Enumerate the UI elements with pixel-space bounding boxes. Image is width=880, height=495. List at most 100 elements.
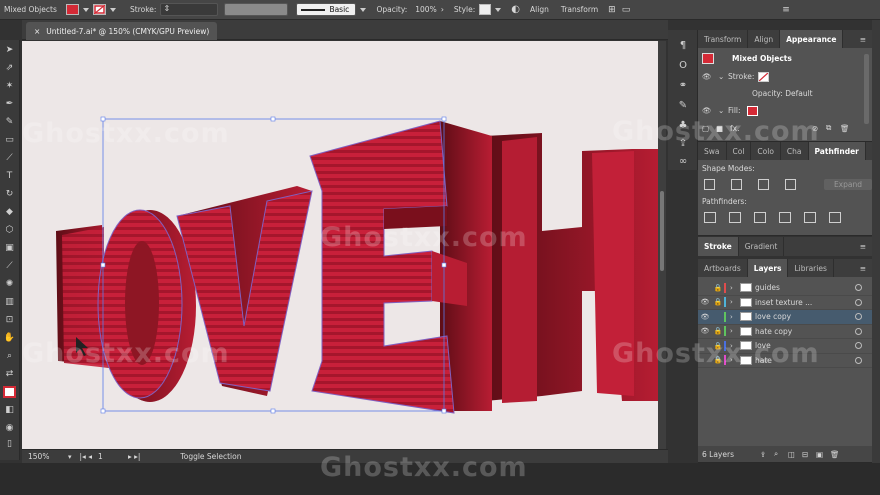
opacity-arrow-icon[interactable]: ›: [441, 5, 444, 14]
symbol-sprayer-icon[interactable]: ✺: [3, 278, 16, 290]
document-tab[interactable]: × Untitled-7.ai* @ 150% (CMYK/GPU Previe…: [26, 22, 218, 40]
layer-name[interactable]: love copy: [755, 312, 855, 321]
divide-icon[interactable]: [704, 212, 716, 223]
prev-artboard-icon[interactable]: |◂ ◂: [80, 452, 92, 461]
clipping-mask-icon[interactable]: ◫: [788, 450, 802, 459]
expand-arrow-icon[interactable]: ›: [730, 327, 740, 335]
direct-selection-tool-icon[interactable]: ⇗: [3, 62, 16, 74]
lock-icon[interactable]: 🔒: [712, 284, 724, 292]
links-icon[interactable]: ⚭: [677, 80, 689, 92]
trim-icon[interactable]: [729, 212, 741, 223]
delete-layer-icon[interactable]: 🗑: [830, 450, 844, 459]
stroke-weight-field[interactable]: ⇕: [160, 3, 219, 16]
canvas-vertical-scrollbar[interactable]: [658, 41, 666, 449]
expand-arrow-icon[interactable]: ›: [730, 298, 740, 306]
magic-wand-icon[interactable]: ✶: [3, 80, 16, 92]
layer-row[interactable]: 👁 🔒 › inset texture ...: [698, 296, 872, 310]
target-circle-icon[interactable]: [855, 284, 862, 292]
gradient-tool-icon[interactable]: ▣: [3, 242, 16, 254]
expand-button[interactable]: Expand: [823, 179, 872, 190]
unite-icon[interactable]: [704, 179, 715, 190]
tab-artboards[interactable]: Artboards: [698, 259, 748, 277]
expand-arrow-icon[interactable]: ›: [730, 284, 740, 292]
minus-front-icon[interactable]: [730, 179, 742, 190]
lock-icon[interactable]: 🔒: [712, 342, 724, 350]
opacity-value[interactable]: 100%: [411, 5, 440, 14]
export-icon[interactable]: ⇪: [677, 138, 689, 150]
tab-color[interactable]: Col: [727, 142, 752, 160]
eyedropper-tool-icon[interactable]: ⟋: [3, 260, 16, 272]
duplicate-item-icon[interactable]: ⧉: [826, 123, 840, 133]
layer-row[interactable]: 🔒 › hate: [698, 354, 872, 368]
new-sublayer-icon[interactable]: ⊟: [802, 450, 816, 459]
recolor-icon[interactable]: ◐: [511, 4, 520, 15]
stepper-icon[interactable]: ⇕: [163, 4, 170, 13]
lock-icon[interactable]: 🔒: [712, 327, 724, 335]
layer-name[interactable]: hate: [755, 356, 855, 365]
tab-stroke[interactable]: Stroke: [698, 237, 739, 256]
panel-menu-icon[interactable]: ≡: [854, 259, 872, 277]
target-circle-icon[interactable]: [855, 327, 862, 335]
eye-icon[interactable]: 👁: [702, 72, 718, 81]
add-effect-icon[interactable]: fx.: [730, 124, 750, 133]
minus-back-icon[interactable]: [829, 212, 841, 223]
screen-mode-icon[interactable]: ▯: [3, 438, 16, 450]
fill-dropdown-icon[interactable]: [83, 7, 89, 12]
stroke-none-swatch[interactable]: [758, 71, 770, 82]
scrollbar-thumb[interactable]: [660, 191, 664, 271]
appearance-scrollbar[interactable]: [864, 54, 869, 124]
lock-icon[interactable]: 🔒: [712, 356, 724, 364]
visibility-eye-icon[interactable]: 👁: [698, 313, 712, 321]
visibility-eye-icon[interactable]: 👁: [698, 327, 712, 335]
layer-name[interactable]: love: [755, 341, 855, 350]
curvature-tool-icon[interactable]: ✎: [3, 116, 16, 128]
layers-link-icon[interactable]: ∞: [677, 156, 689, 168]
target-circle-icon[interactable]: [855, 298, 862, 306]
selection-tool-icon[interactable]: ➤: [3, 44, 16, 56]
panel-menu-icon[interactable]: ≡: [854, 30, 872, 48]
opacity-label[interactable]: Opacity: Default: [752, 89, 813, 98]
appearance-opacity-row[interactable]: Opacity: Default: [698, 85, 872, 102]
draw-mode-icon[interactable]: ◉: [3, 422, 16, 434]
layer-row[interactable]: 👁 › love copy: [698, 310, 872, 325]
paintbrush-tool-icon[interactable]: ⟋: [3, 152, 16, 164]
tab-transform[interactable]: Transform: [698, 30, 749, 48]
fill-stroke-icon[interactable]: [3, 386, 16, 398]
graph-tool-icon[interactable]: ▥: [3, 296, 16, 308]
align-link[interactable]: Align: [526, 5, 553, 14]
tab-color-guide[interactable]: Colo: [751, 142, 781, 160]
fill-swatch[interactable]: [746, 105, 758, 116]
layer-name[interactable]: hate copy: [755, 327, 855, 336]
add-stroke-icon[interactable]: ▢: [702, 124, 716, 133]
artboard-number[interactable]: 1: [98, 452, 128, 461]
layer-name[interactable]: guides: [755, 283, 855, 292]
target-circle-icon[interactable]: [855, 313, 862, 321]
tab-align[interactable]: Align: [748, 30, 781, 48]
brushes-icon[interactable]: ✎: [677, 100, 689, 112]
outline-icon[interactable]: [804, 212, 816, 223]
layer-row[interactable]: 👁 🔒 › hate copy: [698, 325, 872, 339]
graphic-style-swatch[interactable]: [479, 4, 492, 15]
tab-swatches[interactable]: Swa: [698, 142, 727, 160]
layer-name[interactable]: inset texture ...: [755, 298, 855, 307]
add-fill-icon[interactable]: ■: [716, 124, 730, 133]
next-artboard-icon[interactable]: ▸ ▸|: [128, 452, 140, 461]
hand-tool-icon[interactable]: ✋: [3, 332, 16, 344]
isolate-icon[interactable]: ▭: [622, 5, 631, 15]
zoom-tool-icon[interactable]: ⌕: [3, 350, 16, 362]
merge-icon[interactable]: [754, 212, 766, 223]
stroke-dropdown-icon[interactable]: [110, 7, 116, 12]
transform-link[interactable]: Transform: [557, 5, 602, 14]
fill-swatch[interactable]: [66, 4, 79, 15]
delete-item-icon[interactable]: 🗑: [840, 124, 854, 133]
variable-width-profile[interactable]: [224, 3, 289, 16]
crop-icon[interactable]: [779, 212, 791, 223]
paragraph-icon[interactable]: ¶: [677, 40, 689, 52]
intersect-icon[interactable]: [757, 179, 769, 190]
shape-builder-icon[interactable]: ⬡: [3, 224, 16, 236]
brush-dropdown-icon[interactable]: [360, 7, 367, 12]
appearance-stroke-row[interactable]: 👁 ⌄ Stroke:: [698, 68, 872, 85]
artboard-canvas[interactable]: [22, 41, 658, 449]
new-layer-icon[interactable]: ▣: [816, 450, 830, 459]
exclude-icon[interactable]: [784, 179, 796, 190]
